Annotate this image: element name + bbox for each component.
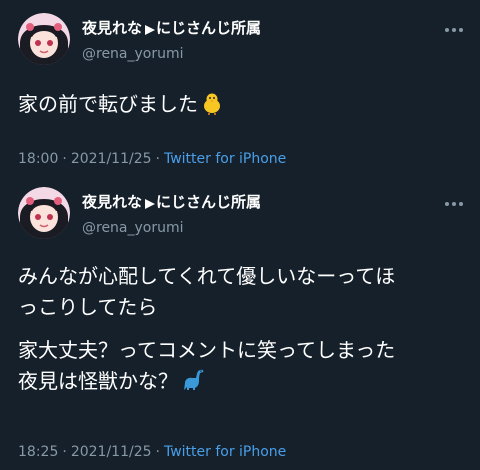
name-badge-text: にじさんじ所属 — [156, 19, 262, 37]
tweet-date[interactable]: 2021/11/25 — [71, 444, 152, 460]
source-link[interactable]: Twitter for iPhone — [164, 444, 286, 460]
more-options-icon[interactable] — [442, 22, 466, 36]
name-badge-text: にじさんじ所属 — [156, 193, 262, 211]
avatar[interactable] — [18, 187, 70, 239]
separator-dot: · — [62, 151, 67, 167]
display-name-text: 夜見れな — [82, 19, 143, 37]
heart-half-icon — [144, 22, 156, 42]
tweet-line: 家の前で転びました — [18, 89, 466, 124]
tweet-2[interactable]: 夜見れな にじさんじ所属 @rena_yorumi みんなが心配してくれて優しいな… — [0, 180, 480, 470]
tweet-line: 夜見は怪獣かな？ — [18, 366, 466, 401]
separator-dot: · — [155, 444, 160, 460]
tweet-1[interactable]: 夜見れな にじさんじ所属 @rena_yorumi 家の前で転びました 18:00… — [0, 0, 480, 180]
tweet-date[interactable]: 2021/11/25 — [71, 151, 152, 167]
chick-emoji-icon — [200, 91, 224, 124]
handle[interactable]: @rena_yorumi — [82, 44, 261, 64]
tweet-time[interactable]: 18:25 — [18, 444, 58, 460]
separator-dot: · — [155, 151, 160, 167]
display-name[interactable]: 夜見れな にじさんじ所属 — [82, 192, 261, 216]
tweet-time[interactable]: 18:00 — [18, 151, 58, 167]
handle[interactable]: @rena_yorumi — [82, 218, 261, 238]
source-link[interactable]: Twitter for iPhone — [164, 151, 286, 167]
avatar[interactable] — [18, 13, 70, 65]
tweet-line: っこりしてたら — [18, 295, 158, 319]
separator-dot: · — [62, 444, 67, 460]
tweet-meta: 18:00 · 2021/11/25 · Twitter for iPhone — [18, 150, 286, 168]
display-name[interactable]: 夜見れな にじさんじ所属 — [82, 18, 261, 42]
tweet-line: みんなが心配してくれて優しいなーってほ — [18, 264, 396, 288]
tweet-line: 家大丈夫？ってコメントに笑ってしまった — [18, 338, 396, 362]
tweet-meta: 18:25 · 2021/11/25 · Twitter for iPhone — [18, 443, 286, 461]
tweet-text: 家の前で転びました — [18, 89, 466, 124]
display-name-text: 夜見れな — [82, 193, 143, 211]
more-options-icon[interactable] — [442, 196, 466, 210]
tweet-text: みんなが心配してくれて優しいなーってほ っこりしてたら 家大丈夫？ってコメントに… — [18, 261, 466, 401]
heart-half-icon — [144, 196, 156, 216]
dinosaur-emoji-icon — [180, 368, 206, 401]
